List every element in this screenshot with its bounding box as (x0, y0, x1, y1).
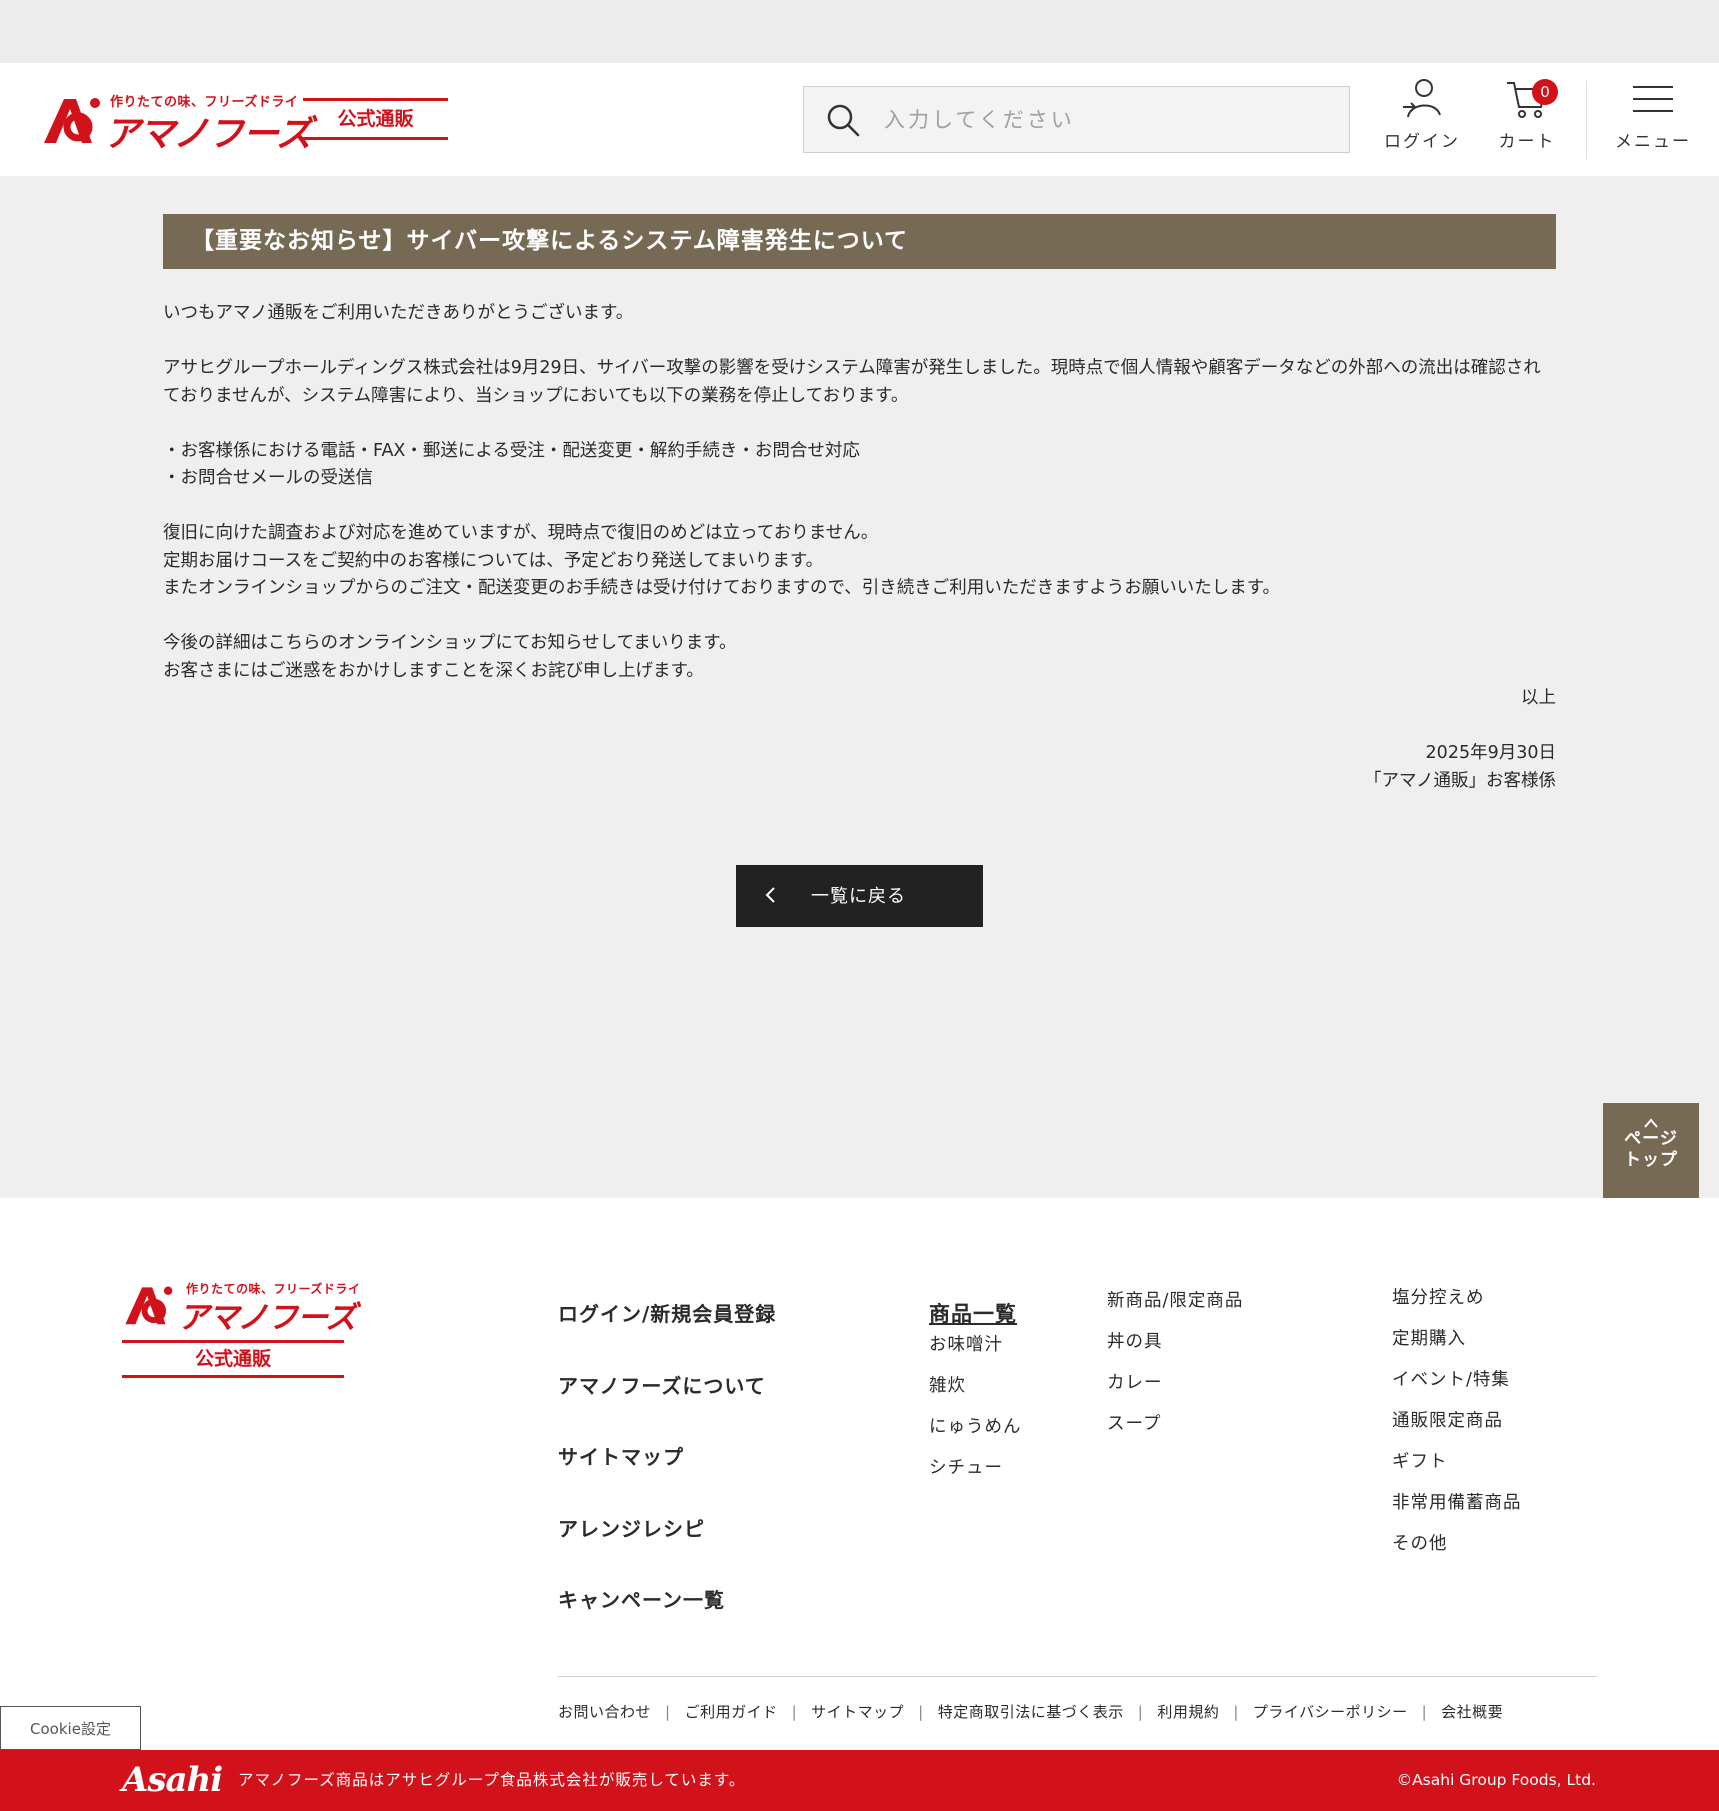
footer-link-terms[interactable]: 利用規約 (1157, 1703, 1219, 1721)
notice-paragraph-3-line-2: お客さまにはご迷惑をおかけしますことを深くお詫び申し上げます。 (163, 660, 704, 681)
cart-label: カート (1498, 132, 1556, 152)
footer-link-privacy[interactable]: プライバシーポリシー (1253, 1703, 1408, 1721)
notice-closing: 以上 (1521, 688, 1556, 708)
site-header: 作りたての味、フリーズドライ アマノフーズ 公式通販 ログイン 0 カート (0, 63, 1719, 176)
search-icon[interactable] (826, 103, 860, 137)
footer-link-recipes[interactable]: アレンジレシピ (558, 1513, 776, 1585)
logo-name: アマノフーズ (104, 114, 312, 155)
notice-paragraph-2-line-2: 定期お届けコースをご契約中のお客様については、予定どおり発送してまいります。 (163, 550, 824, 571)
footer-product-link[interactable]: シチュー (929, 1454, 1022, 1495)
copyright: ©Asahi Group Foods, Ltd. (1396, 1771, 1596, 1789)
logo-mark-icon (44, 98, 100, 143)
footer-link-sitemap[interactable]: サイトマップ (558, 1441, 776, 1513)
asahi-logo: Asahi (122, 1760, 223, 1800)
notice-paragraph-2-line-3: またオンラインショップからのご注文・配送変更のお手続きは受け付けておりますので、… (163, 578, 1281, 598)
footer-product-link[interactable]: にゅうめん (929, 1413, 1022, 1454)
login-label: ログイン (1384, 132, 1460, 152)
notice-bullet-2: ・お問合せメールの受送信 (163, 468, 373, 488)
site-logo[interactable]: 作りたての味、フリーズドライ アマノフーズ (40, 91, 312, 155)
footer-product-link[interactable]: 雑炊 (929, 1372, 1022, 1413)
footer-logo[interactable]: 作りたての味、フリーズドライ アマノフーズ 公式通販 (122, 1280, 360, 1380)
notice-signature: 「アマノ通販」お客様係 (1364, 770, 1556, 791)
footer-link-guide[interactable]: ご利用ガイド (685, 1703, 778, 1721)
official-badge: 公式通販 (303, 98, 448, 140)
footer-link-login[interactable]: ログイン/新規会員登録 (558, 1298, 776, 1370)
page-top-label-2: トップ (1624, 1150, 1678, 1170)
sales-note: アマノフーズ商品はアサヒグループ食品株式会社が販売しています。 (238, 1771, 746, 1789)
notice-date: 2025年9月30日 (1425, 743, 1556, 763)
footer-bottom-links: お問い合わせ | ご利用ガイド | サイトマップ | 特定商取引法に基づく表示 | 利用規約 | プ… (558, 1703, 1504, 1721)
footer-product-link[interactable]: 定期購入 (1392, 1325, 1522, 1366)
back-to-list-label: 一覧に戻る (811, 886, 906, 906)
page-top-label-1: ページ (1624, 1129, 1678, 1149)
footer-product-link[interactable]: スープ (1107, 1410, 1243, 1451)
site-footer: 作りたての味、フリーズドライ アマノフーズ 公式通販 ログイン/新規会員登録 ア… (0, 1198, 1719, 1750)
menu-label: メニュー (1615, 132, 1691, 152)
footer-link-contact[interactable]: お問い合わせ (558, 1703, 651, 1721)
footer-product-link[interactable]: 通販限定商品 (1392, 1407, 1522, 1448)
search-box (803, 86, 1350, 153)
footer-link-tokushoho[interactable]: 特定商取引法に基づく表示 (938, 1703, 1124, 1721)
notice-paragraph-3-line-1: 今後の詳細はこちらのオンラインショップにてお知らせしてまいります。 (163, 633, 737, 653)
login-button[interactable]: ログイン (1380, 77, 1464, 163)
back-to-list-button[interactable]: 一覧に戻る (736, 865, 983, 927)
notice-greeting: いつもアマノ通販をご利用いただきありがとうございます。 (163, 303, 634, 323)
footer-link-campaigns[interactable]: キャンペーン一覧 (558, 1584, 776, 1656)
footer-product-link[interactable]: 非常用備蓄商品 (1392, 1489, 1522, 1530)
page-top-button[interactable]: ページ トップ (1603, 1103, 1699, 1198)
notice-paragraph-2-line-1: 復旧に向けた調査および対応を進めていますが、現時点で復旧のめどは立っておりません… (163, 523, 879, 543)
top-strip (0, 0, 1719, 63)
chevron-left-icon (765, 887, 775, 903)
footer-link-company[interactable]: 会社概要 (1441, 1703, 1503, 1721)
footer-product-link[interactable]: カレー (1107, 1369, 1243, 1410)
footer-product-link[interactable]: 新商品/限定商品 (1107, 1287, 1243, 1328)
footer-divider (558, 1676, 1597, 1677)
footer-product-list-1: お味噌汁 雑炊 にゅうめん シチュー (929, 1331, 1022, 1495)
footer-logo-mark-icon (125, 1286, 173, 1325)
footer-main-links: ログイン/新規会員登録 アマノフーズについて サイトマップ アレンジレシピ キャ… (558, 1298, 776, 1656)
footer-product-link[interactable]: 丼の具 (1107, 1328, 1243, 1369)
footer-product-link[interactable]: イベント/特集 (1392, 1366, 1522, 1407)
footer-link-about[interactable]: アマノフーズについて (558, 1370, 776, 1442)
cart-count-badge: 0 (1532, 79, 1558, 105)
header-divider (1586, 81, 1587, 159)
hamburger-icon (1633, 86, 1673, 112)
notice-body: いつもアマノ通販をご利用いただきありがとうございます。 アサヒグループホールディ… (163, 300, 1556, 795)
user-icon (1403, 79, 1441, 118)
menu-button[interactable]: メニュー (1610, 77, 1696, 163)
footer-link-sitemap-bottom[interactable]: サイトマップ (811, 1703, 904, 1721)
footer-product-list-3: 塩分控えめ 定期購入 イベント/特集 通販限定商品 ギフト 非常用備蓄商品 その… (1392, 1284, 1522, 1571)
cart-button[interactable]: 0 カート (1485, 77, 1569, 163)
footer-product-list-2: 新商品/限定商品 丼の具 カレー スープ (1107, 1287, 1243, 1451)
notice-bullet-1: ・お客様係における電話・FAX・郵送による受注・配送変更・解約手続き・お問合せ対… (163, 440, 860, 461)
footer-product-link[interactable]: その他 (1392, 1530, 1522, 1571)
chevron-up-icon (1644, 1118, 1658, 1128)
footer-product-link[interactable]: ギフト (1392, 1448, 1522, 1489)
footer-product-link[interactable]: お味噌汁 (929, 1331, 1022, 1372)
search-input[interactable] (884, 87, 1324, 152)
notice-title: 【重要なお知らせ】サイバー攻撃によるシステム障害発生について (163, 214, 1556, 269)
footer-products-heading[interactable]: 商品一覧 (929, 1298, 1017, 1328)
footer-official-badge: 公式通販 (122, 1340, 344, 1378)
footer-product-link[interactable]: 塩分控えめ (1392, 1284, 1522, 1325)
footer-brand-bar: Asahi アマノフーズ商品はアサヒグループ食品株式会社が販売しています。 ©A… (0, 1750, 1719, 1811)
cookie-settings-button[interactable]: Cookie設定 (0, 1706, 141, 1750)
notice-paragraph-1: アサヒグループホールディングス株式会社は9月29日、サイバー攻撃の影響を受けシス… (163, 358, 1541, 406)
footer-logo-name: アマノフーズ (178, 1300, 357, 1336)
